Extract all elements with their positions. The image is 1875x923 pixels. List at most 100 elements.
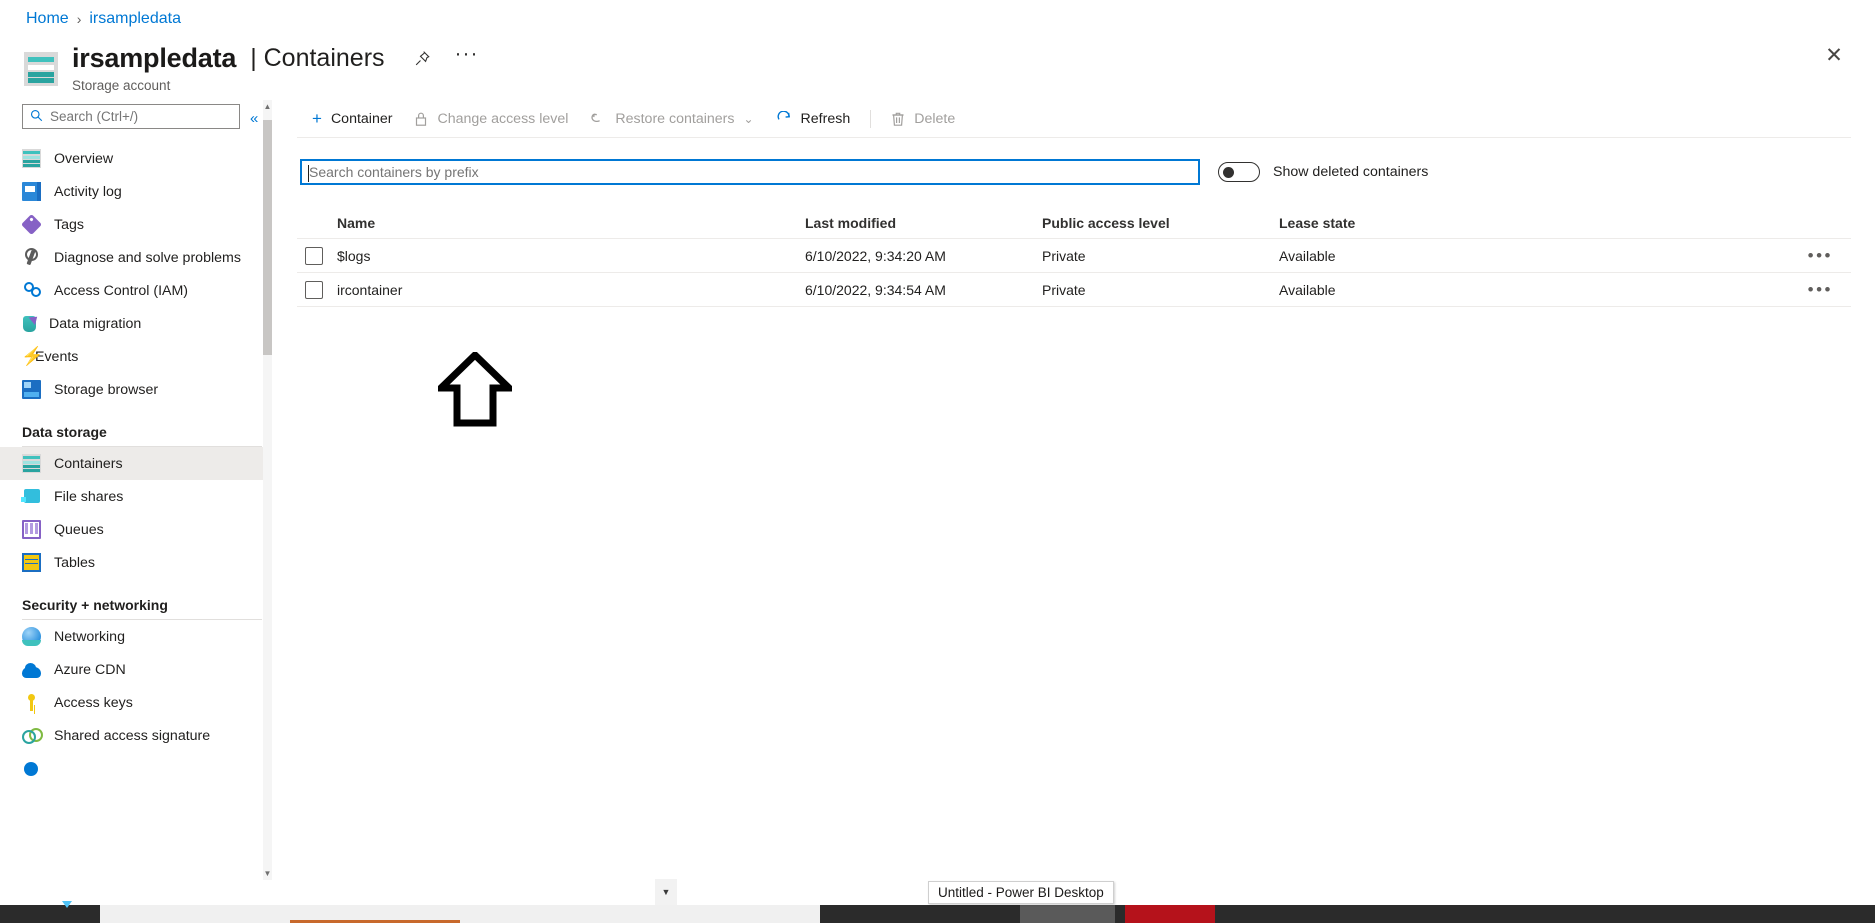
sidebar-item-file-shares[interactable]: File shares [0, 480, 272, 513]
caret-up-icon[interactable]: ▼ [655, 879, 677, 905]
sidebar: « Overview Activity log Tags Diagnose an… [0, 100, 272, 880]
add-container-button[interactable]: + Container [301, 102, 403, 136]
prefix-search-input[interactable] [309, 164, 1198, 180]
row-checkbox[interactable] [305, 280, 323, 299]
sidebar-item-label: Shared access signature [54, 727, 211, 744]
delete-button[interactable]: Delete [880, 102, 966, 136]
ellipsis-icon[interactable]: ••• [1808, 247, 1833, 264]
close-icon[interactable]: ✕ [1819, 40, 1849, 70]
resource-type-label: Storage account [72, 78, 171, 93]
taskbar-segment [100, 905, 820, 923]
breadcrumb-home-link[interactable]: Home [26, 10, 69, 28]
sidebar-item-data-migration[interactable]: Data migration [0, 307, 272, 340]
breadcrumb-current-link[interactable]: irsampledata [89, 10, 181, 28]
row-checkbox-cell[interactable] [297, 280, 337, 299]
sidebar-scroll-down-icon[interactable]: ▼ [263, 867, 272, 880]
tag-icon [21, 214, 42, 235]
prefix-search-container[interactable] [300, 159, 1200, 185]
sidebar-item-label: Activity log [54, 183, 122, 200]
sidebar-item-overview[interactable]: Overview [0, 142, 272, 175]
sidebar-item-activity-log[interactable]: Activity log [0, 175, 272, 208]
azure-portal-page: Home › irsampledata irsampledata | Conta… [0, 0, 1875, 923]
sidebar-item-label: Storage browser [54, 381, 159, 398]
main-content: + Container Change access level Restore … [297, 100, 1875, 880]
sidebar-scroll-up-icon[interactable]: ▲ [263, 100, 272, 113]
ellipsis-icon[interactable]: ··· [455, 42, 479, 75]
refresh-icon [776, 110, 792, 127]
change-access-level-button[interactable]: Change access level [403, 102, 579, 136]
filter-bar: Show deleted containers [297, 159, 1875, 185]
show-deleted-toggle[interactable] [1218, 162, 1260, 182]
row-checkbox[interactable] [305, 246, 323, 265]
sidebar-item-azure-cdn[interactable]: Azure CDN [0, 653, 272, 686]
show-deleted-toggle-group: Show deleted containers [1218, 162, 1428, 182]
command-bar: + Container Change access level Restore … [297, 100, 1851, 138]
cell-name[interactable]: $logs [337, 248, 805, 264]
sidebar-scrollbar-thumb[interactable] [263, 120, 272, 355]
search-input[interactable] [50, 109, 232, 124]
table-row[interactable]: ircontainer 6/10/2022, 9:34:54 AM Privat… [297, 273, 1851, 307]
taskbar-tooltip: Untitled - Power BI Desktop [928, 881, 1114, 904]
sidebar-search-wrap [0, 100, 272, 129]
breadcrumb-separator: › [76, 11, 82, 27]
windows-taskbar [0, 905, 1875, 923]
sidebar-item-shared-access-signature[interactable]: Shared access signature [0, 719, 272, 752]
change-access-level-label: Change access level [437, 110, 569, 127]
storage-account-icon [24, 52, 58, 86]
pin-icon[interactable] [411, 48, 433, 70]
sidebar-item-diagnose[interactable]: Diagnose and solve problems [0, 241, 272, 274]
delete-label: Delete [914, 110, 956, 127]
column-header-lease-state[interactable]: Lease state [1279, 215, 1516, 231]
plus-icon: + [312, 109, 322, 128]
sidebar-item-partial[interactable] [0, 752, 272, 785]
sidebar-item-storage-browser[interactable]: Storage browser [0, 373, 272, 406]
sidebar-group-title: Security + networking [22, 597, 168, 613]
refresh-label: Refresh [800, 110, 851, 127]
lock-icon [414, 111, 428, 127]
table-header-row: Name Last modified Public access level L… [297, 207, 1851, 239]
column-header-last-modified[interactable]: Last modified [805, 215, 1042, 231]
toggle-knob [1223, 167, 1234, 178]
links-icon [22, 726, 43, 745]
cell-public-access-level: Private [1042, 281, 1086, 298]
breadcrumb: Home › irsampledata [26, 10, 181, 28]
encryption-icon [24, 761, 38, 776]
sidebar-item-networking[interactable]: Networking [0, 620, 272, 653]
sidebar-item-label: Tags [54, 216, 84, 233]
collapse-sidebar-icon[interactable]: « [250, 110, 258, 127]
row-checkbox-cell[interactable] [297, 246, 337, 265]
storage-browser-icon [22, 380, 41, 399]
column-header-public-access-level[interactable]: Public access level [1042, 215, 1279, 231]
sidebar-item-events[interactable]: Events [0, 340, 272, 373]
sidebar-item-tables[interactable]: Tables [0, 546, 272, 579]
add-container-label: Container [330, 110, 393, 127]
sidebar-item-label: Containers [54, 455, 123, 472]
restore-containers-button[interactable]: Restore containers ⌄ [579, 102, 764, 136]
containers-table: Name Last modified Public access level L… [297, 207, 1851, 307]
refresh-button[interactable]: Refresh [765, 102, 862, 136]
sidebar-item-containers[interactable]: Containers [0, 447, 272, 480]
cloud-icon [22, 660, 41, 679]
restore-containers-label: Restore containers [615, 110, 735, 127]
cell-name[interactable]: ircontainer [337, 282, 805, 298]
sidebar-item-access-control[interactable]: Access Control (IAM) [0, 274, 272, 307]
chevron-down-icon: ⌄ [743, 111, 754, 126]
sidebar-item-label: Access keys [54, 694, 133, 711]
sidebar-item-label: Queues [54, 521, 104, 538]
table-row[interactable]: $logs 6/10/2022, 9:34:20 AM Private Avai… [297, 239, 1851, 273]
sidebar-item-access-keys[interactable]: Access keys [0, 686, 272, 719]
row-actions-cell[interactable]: ••• [1516, 281, 1851, 298]
networking-icon [22, 627, 41, 646]
sidebar-item-queues[interactable]: Queues [0, 513, 272, 546]
column-header-name[interactable]: Name [337, 215, 805, 231]
sidebar-item-label: Data migration [49, 315, 142, 332]
taskbar-segment [820, 905, 1020, 923]
cell-last-modified: 6/10/2022, 9:34:54 AM [805, 281, 946, 298]
row-actions-cell[interactable]: ••• [1516, 247, 1851, 264]
up-arrow-annotation [432, 350, 518, 428]
sidebar-item-tags[interactable]: Tags [0, 208, 272, 241]
undo-icon [590, 111, 606, 127]
sidebar-group-data-storage: Containers File shares Queues Tables [0, 447, 272, 579]
search-input-container[interactable] [22, 104, 240, 129]
ellipsis-icon[interactable]: ••• [1808, 281, 1833, 298]
